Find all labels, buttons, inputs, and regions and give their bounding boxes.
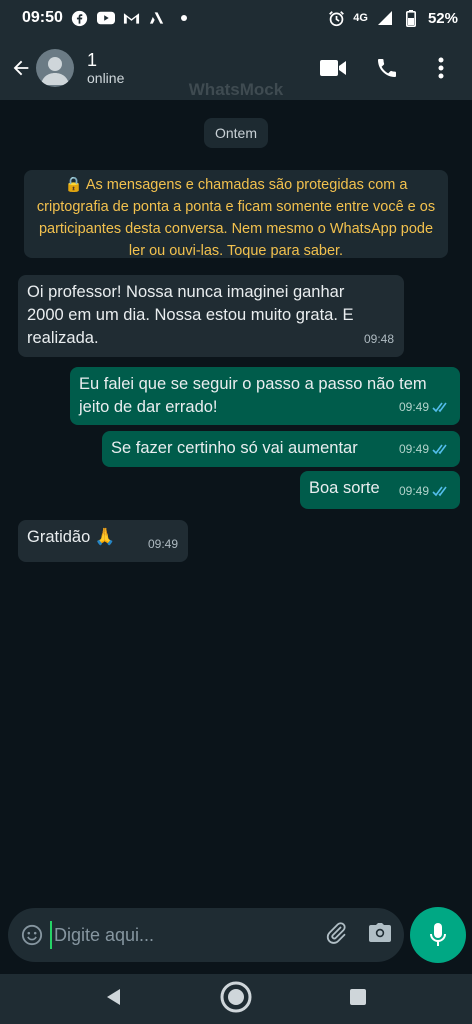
- read-receipt-icon: [432, 486, 450, 497]
- more-vertical-icon: [438, 57, 444, 79]
- message-time: 09:49: [398, 442, 429, 456]
- emoji-icon: [21, 924, 43, 946]
- arrow-left-icon: [13, 60, 29, 76]
- message-time: 09:49: [398, 484, 429, 498]
- message-text: Boa sorte: [309, 479, 380, 497]
- nav-home-button[interactable]: [219, 980, 253, 1019]
- message-input[interactable]: [50, 921, 316, 949]
- message-bubble[interactable]: Se fazer certinho só vai aumentar 09:49: [102, 431, 460, 467]
- square-recents-icon: [350, 988, 366, 1005]
- message-text: Gratidão 🙏: [27, 528, 116, 546]
- more-options-button[interactable]: [426, 53, 456, 83]
- dot-icon: [175, 9, 193, 27]
- triangle-back-icon: [107, 988, 120, 1005]
- video-call-button[interactable]: [318, 53, 348, 83]
- facebook-icon: [71, 9, 89, 27]
- chat-area[interactable]: Ontem 🔒 As mensagens e chamadas são prot…: [0, 100, 472, 904]
- message-time: 09:49: [147, 537, 178, 551]
- message-text: Oi professor! Nossa nunca imaginei ganha…: [27, 283, 354, 347]
- back-button[interactable]: [8, 48, 34, 88]
- message-bubble[interactable]: Boa sorte 09:49: [300, 471, 460, 509]
- contact-name: 1: [87, 49, 98, 70]
- message-bubble[interactable]: Gratidão 🙏 09:49: [18, 520, 188, 562]
- avatar[interactable]: [36, 49, 74, 87]
- encryption-notice[interactable]: 🔒 As mensagens e chamadas são protegidas…: [24, 170, 448, 259]
- paperclip-icon: [326, 921, 346, 944]
- status-time: 09:50: [22, 9, 63, 26]
- signal-icon: [376, 9, 394, 27]
- read-receipt-icon: [432, 444, 450, 455]
- message-text: Eu falei que se seguir o passo a passo n…: [79, 375, 427, 416]
- attach-button[interactable]: [324, 921, 348, 950]
- message-text: Se fazer certinho só vai aumentar: [111, 439, 358, 457]
- message-time: 09:48: [363, 332, 394, 346]
- read-receipt-icon: [432, 402, 450, 413]
- message-bubble[interactable]: Eu falei que se seguir o passo a passo n…: [70, 367, 460, 425]
- battery-level: 52%: [427, 9, 458, 27]
- status-bar: 09:50 4G 52%: [0, 0, 472, 36]
- video-camera-icon: [320, 60, 346, 76]
- network-type: 4G: [353, 12, 368, 24]
- voice-call-button[interactable]: [372, 53, 402, 83]
- message-time: 09:49: [398, 400, 429, 414]
- camera-icon: [369, 922, 391, 942]
- nav-back-button[interactable]: [105, 988, 123, 1011]
- contact-info[interactable]: 1 online: [87, 50, 124, 87]
- composer: [8, 908, 404, 962]
- phone-icon: [378, 59, 396, 77]
- circle-home-icon: [220, 981, 252, 1012]
- app-icon: [149, 9, 167, 27]
- gmail-icon: [123, 9, 141, 27]
- message-bubble[interactable]: Oi professor! Nossa nunca imaginei ganha…: [18, 275, 404, 357]
- mic-button[interactable]: [410, 907, 466, 963]
- battery-icon: [402, 9, 420, 27]
- chat-header: 1 online: [0, 36, 472, 100]
- camera-button[interactable]: [368, 922, 392, 949]
- youtube-icon: [96, 9, 115, 27]
- alarm-icon: [327, 9, 345, 27]
- date-chip: Ontem: [204, 118, 268, 148]
- emoji-button[interactable]: [20, 923, 44, 947]
- system-navigation-bar: [0, 974, 472, 1024]
- microphone-icon: [430, 923, 446, 946]
- nav-recents-button[interactable]: [349, 988, 367, 1011]
- contact-status: online: [87, 70, 125, 87]
- person-icon: [41, 57, 69, 85]
